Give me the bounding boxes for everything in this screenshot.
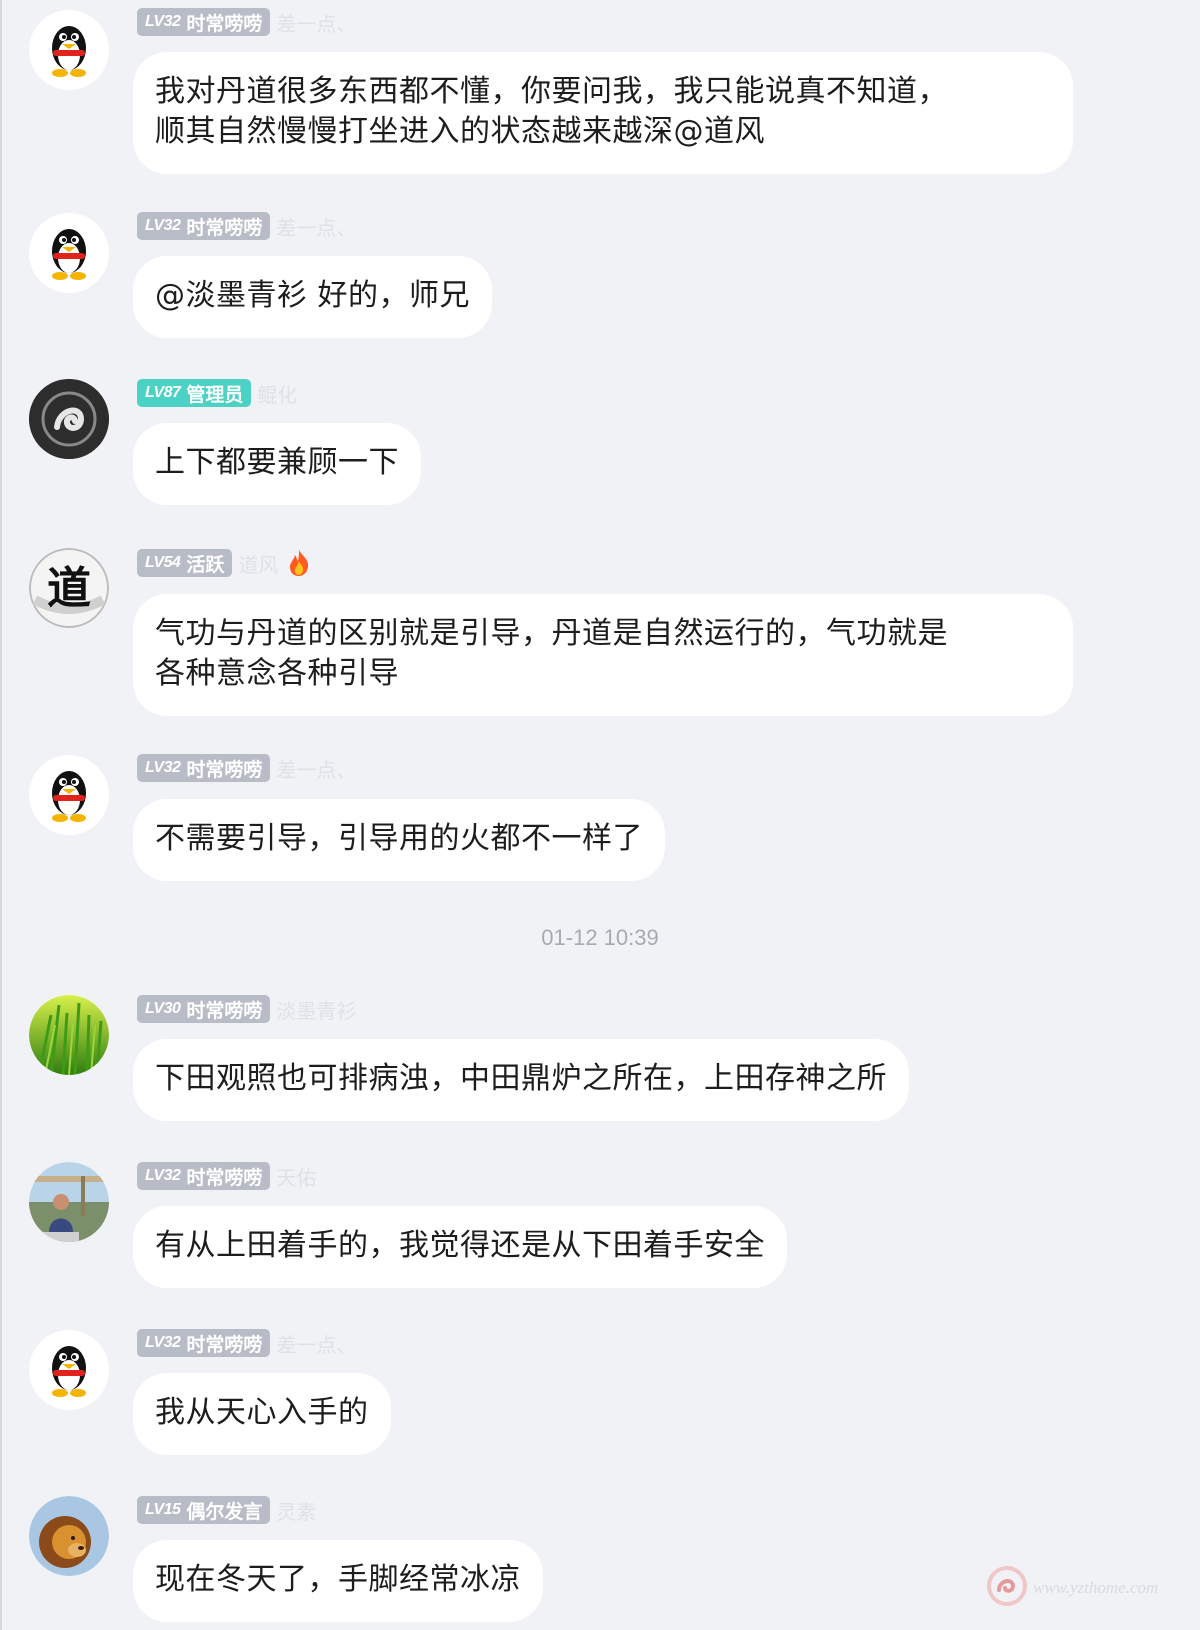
- message-bubble[interactable]: 有从上田着手的，我觉得还是从下田着手安全: [133, 1206, 787, 1288]
- nickname[interactable]: 鲲化: [257, 379, 297, 408]
- message-bubble[interactable]: 上下都要兼顾一下: [133, 423, 421, 505]
- message-text-line: 我从天心入手的: [155, 1395, 369, 1430]
- message-text-line: 气功与丹道的区别就是引导，丹道是自然运行的，气功就是: [155, 616, 948, 651]
- level-badge: LV32 时常唠唠: [137, 8, 271, 36]
- level-badge: LV32 时常唠唠: [137, 212, 271, 240]
- message-text-line: 不需要引导，引导用的火都不一样了: [155, 821, 643, 856]
- message-text-line: 有从上田着手的，我觉得还是从下田着手安全: [155, 1228, 765, 1263]
- nickname[interactable]: 差一点、: [276, 212, 356, 241]
- message-text-line: 上下都要兼顾一下: [155, 445, 399, 480]
- green-grass-avatar[interactable]: [29, 995, 109, 1075]
- message-bubble[interactable]: 下田观照也可排病浊，中田鼎炉之所在，上田存神之所: [133, 1039, 909, 1121]
- nickname[interactable]: 差一点、: [276, 8, 356, 37]
- nickname[interactable]: 淡墨青衫: [276, 995, 356, 1024]
- level-badge: LV87 管理员: [137, 379, 252, 407]
- swirl-logo-avatar[interactable]: [29, 379, 109, 459]
- dao-character: 道: [47, 563, 91, 614]
- person-photo-avatar[interactable]: [29, 1162, 109, 1242]
- message-bubble[interactable]: 我从天心入手的: [133, 1373, 391, 1455]
- screen-edge: [0, 0, 2, 1630]
- level-badge: LV15 偶尔发言: [137, 1496, 271, 1524]
- message-bubble[interactable]: 气功与丹道的区别就是引导，丹道是自然运行的，气功就是 各种意念各种引导: [133, 594, 1073, 716]
- nickname[interactable]: 道风: [238, 549, 278, 578]
- level-badge: LV32 时常唠唠: [137, 1329, 271, 1357]
- dao-character-avatar[interactable]: 道: [29, 548, 109, 628]
- timestamp-divider: 01-12 10:39: [541, 925, 659, 950]
- nickname[interactable]: 差一点、: [276, 1329, 356, 1358]
- nickname[interactable]: 差一点、: [276, 754, 356, 783]
- qq-penguin-avatar[interactable]: [29, 1330, 109, 1410]
- lion-photo-avatar[interactable]: [29, 1496, 109, 1576]
- nickname[interactable]: 天佑: [276, 1162, 316, 1191]
- level-badge: LV32 时常唠唠: [137, 754, 271, 782]
- level-badge: LV30 时常唠唠: [137, 995, 271, 1023]
- message-text-line: 现在冬天了，手脚经常冰凉: [155, 1562, 521, 1597]
- message-bubble[interactable]: 我对丹道很多东西都不懂，你要问我，我只能说真不知道， 顺其自然慢慢打坐进入的状态…: [133, 52, 1073, 174]
- level-badge: LV54 活跃: [137, 549, 233, 577]
- message-bubble[interactable]: @淡墨青衫 好的，师兄: [133, 256, 493, 338]
- yzthome-logo-icon: [985, 1564, 1029, 1612]
- qq-penguin-avatar[interactable]: [29, 10, 109, 90]
- message-bubble[interactable]: 不需要引导，引导用的火都不一样了: [133, 799, 665, 881]
- message-text-line: 下田观照也可排病浊，中田鼎炉之所在，上田存神之所: [155, 1061, 887, 1096]
- message-text-line: 顺其自然慢慢打坐进入的状态越来越深@道风: [155, 114, 765, 149]
- message-bubble[interactable]: 现在冬天了，手脚经常冰凉: [133, 1540, 543, 1622]
- qq-penguin-avatar[interactable]: [29, 213, 109, 293]
- fire-icon: [286, 549, 312, 577]
- watermark-text: www.yzthome.com: [1033, 1578, 1159, 1597]
- watermark: www.yzthome.com: [985, 1564, 1158, 1612]
- message-text-line: 我对丹道很多东西都不懂，你要问我，我只能说真不知道，: [155, 74, 948, 109]
- message-text-line: @淡墨青衫 好的，师兄: [155, 278, 471, 313]
- message-text-line: 各种意念各种引导: [155, 656, 399, 691]
- nickname[interactable]: 灵素: [276, 1496, 316, 1525]
- level-badge: LV32 时常唠唠: [137, 1162, 271, 1190]
- qq-penguin-avatar[interactable]: [29, 755, 109, 835]
